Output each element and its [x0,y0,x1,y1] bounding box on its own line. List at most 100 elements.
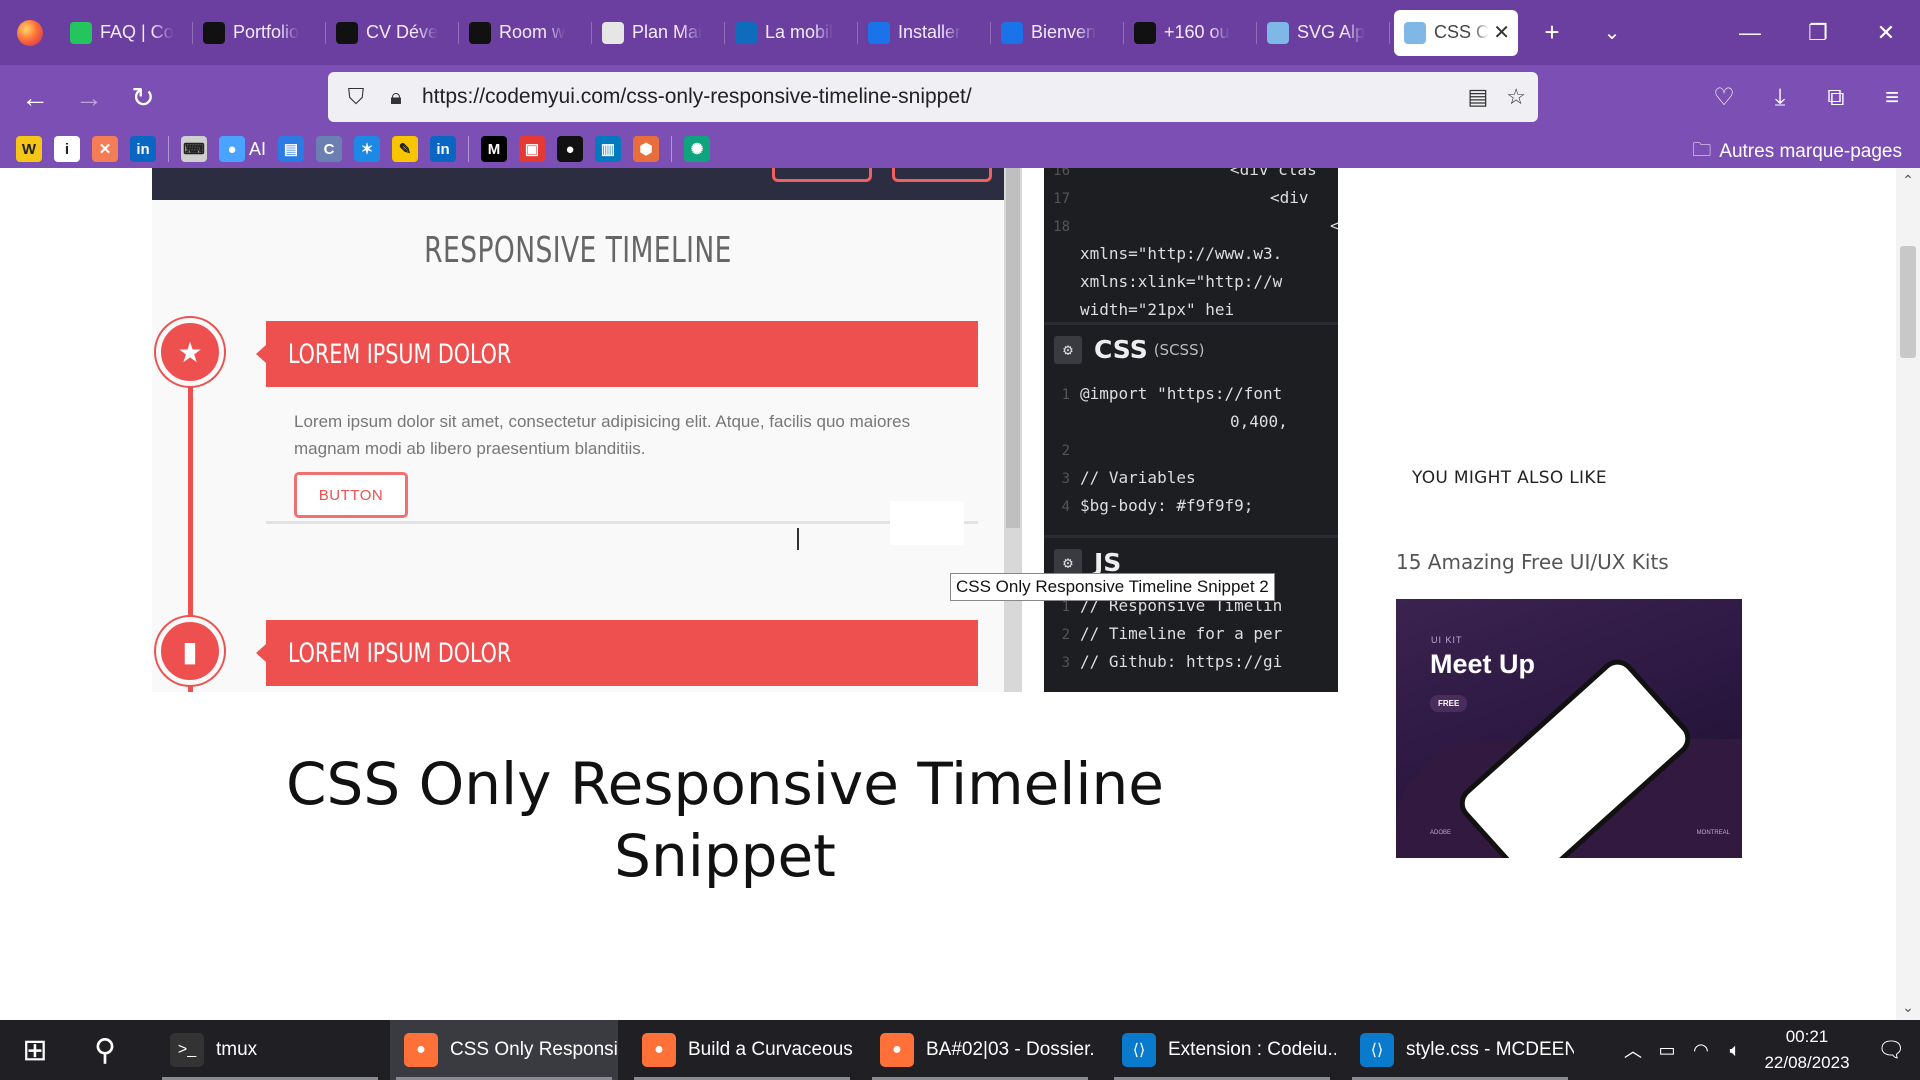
code-line[interactable]: 2 [1044,440,1338,466]
card-foot-left: ADOBE [1430,830,1452,836]
pocket-icon[interactable]: ♡ [1696,71,1752,125]
bookmark-6[interactable]: ● AI [219,136,266,162]
code-line[interactable]: 2 // Timeline for a per [1044,624,1338,650]
code-line[interactable]: 4 $bg-body: #f9f9f9; [1044,496,1338,522]
tab-5[interactable]: Plan Mai [592,10,725,56]
battery-icon[interactable]: ▭ [1650,1040,1684,1061]
chevron-up-icon[interactable]: ︿ [1616,1037,1650,1063]
bookmarks-bar: Wi ✕ in ⌨ ● AI ▤ C ✶ ✎ in M ▣ ● ▥ ⬢ ✺ 🗀︎ Autres marque-pag… [0,130,1920,168]
new-tab-button[interactable]: + [1522,17,1582,48]
downloads-icon[interactable]: ⤓ [1752,71,1808,125]
forward-icon[interactable]: → [62,71,116,125]
bookmark-11[interactable]: in [430,136,457,162]
windows-start-icon[interactable]: ⊞ [0,1020,70,1080]
page-scrollbar[interactable]: ⌃ ⌄ [1896,168,1920,1020]
tab-2[interactable]: Portfolio [193,10,326,56]
extensions-icon[interactable]: ⧉ [1808,71,1864,125]
bookmark-8[interactable]: C [316,136,343,162]
taskbar-app-4[interactable]: ● BA#02|03 - Dossier... [866,1020,1094,1080]
edge-icon [735,21,757,44]
taskbar-app-1[interactable]: >_ tmux [156,1020,384,1080]
navigation-bar: ← → ↻ ⛉ 🔒︎ https://codemyui.com/css-only… [0,65,1920,130]
scroll-up-icon[interactable]: ⌃ [1896,172,1920,189]
bookmark-3[interactable]: ✕ [92,136,118,162]
taskbar-app-2[interactable]: ● CSS Only Responsi... [390,1020,618,1080]
bookmark-16[interactable]: ⬢ [633,136,660,162]
wifi-icon[interactable]: ◠ [1684,1040,1718,1061]
code-line[interactable]: 1 @import "https://font [1044,384,1338,410]
bookmark-14[interactable]: ● [557,136,584,162]
clock[interactable]: 00:21 22/08/2023 [1752,1024,1862,1076]
bookmark-2[interactable]: i [54,136,80,162]
bookmark-7[interactable]: ▤ [278,136,305,162]
bookmark-13[interactable]: ▣ [519,136,546,162]
code-line[interactable]: 16 <div clas [1044,168,1338,186]
scroll-down-icon[interactable]: ⌄ [1896,999,1920,1016]
search-icon[interactable]: ⚲ [70,1020,140,1080]
bookmark-10[interactable]: ✎ [392,136,419,162]
firefox-menu-icon[interactable] [0,0,60,65]
other-bookmarks-folder[interactable]: 🗀︎ Autres marque-pages [1692,136,1902,168]
minimize-icon[interactable]: — [1716,0,1784,65]
line-number: 2 [1061,627,1070,643]
restore-icon[interactable]: ❐ [1784,0,1852,65]
code-line[interactable]: 3 // Github: https://gi [1044,652,1338,678]
related-post-thumbnail[interactable]: UI KIT Meet Up FREE ADOBE MONTREAL [1396,599,1742,858]
code-line[interactable]: 3 // Variables [1044,468,1338,494]
address-bar[interactable]: ⛉ 🔒︎ https://codemyui.com/css-only-respo… [328,72,1538,122]
bookmark-9[interactable]: ✶ [354,136,381,162]
list-all-tabs-icon[interactable]: ⌄ [1582,20,1642,45]
tab-label: Plan Mai [632,22,703,42]
tab-6[interactable]: La mobil [725,10,858,56]
code-line[interactable]: 0,400, [1044,412,1338,438]
tab-8[interactable]: Bienven [991,10,1124,56]
bookmark-5[interactable]: ⌨ [181,136,207,162]
tab-9[interactable]: +160 ou [1124,10,1257,56]
tab-3[interactable]: CV Déve [326,10,459,56]
video-icon [1001,21,1023,44]
vscode-icon: ⟨⟩ [1360,1033,1394,1067]
notifications-icon[interactable]: 🗨︎ [1862,1037,1920,1063]
tab-bar: FAQ | Co Portfolio CV Déve Room w Plan Mai La… [0,0,1920,65]
code-line[interactable]: 18 < [1044,216,1338,242]
tab-10[interactable]: SVG Alp [1257,10,1390,56]
timeline-item-heading: LOREM IPSUM DOLOR [256,620,978,686]
close-tab-icon[interactable]: ✕ [1493,20,1510,45]
ai-icon: ● [219,136,245,162]
bookmark-4[interactable]: in [130,136,156,162]
lock-icon[interactable]: 🔒︎ [376,84,416,110]
bookmark-1[interactable]: W [16,136,42,162]
volume-icon[interactable]: 🔈︎ [1718,1040,1752,1061]
bookmark-17[interactable]: ✺ [684,136,711,162]
preview-header-strip [152,168,1022,200]
tab-label: Bienven [1031,22,1097,42]
bookmark-label: AI [249,138,267,159]
reader-view-icon[interactable]: ▤ [1467,84,1488,110]
menu-icon[interactable]: ≡ [1864,71,1920,125]
gear-icon[interactable]: ⚙ [1054,335,1082,364]
scrollbar-thumb[interactable] [1900,246,1916,358]
taskbar-app-6[interactable]: ⟨⟩ style.css - MCDEEN... [1346,1020,1574,1080]
code-line[interactable]: xmlns:xlink="http://w [1044,272,1338,298]
close-window-icon[interactable]: ✕ [1852,0,1920,65]
tab-7[interactable]: Installer [858,10,991,56]
code-line[interactable]: xmlns="http://www.w3. [1044,244,1338,270]
bookmark-star-icon[interactable]: ☆ [1506,84,1526,110]
tab-11[interactable]: CSS C ✕ [1394,9,1518,56]
code-line[interactable]: 17 <div [1044,188,1338,214]
reload-icon[interactable]: ↻ [116,71,170,125]
url-text[interactable]: https://codemyui.com/css-only-responsive… [422,85,972,109]
taskbar-app-3[interactable]: ● Build a Curvaceous ... [628,1020,856,1080]
tab-4[interactable]: Room w [459,10,592,56]
timeline-button[interactable]: BUTTON [294,472,408,518]
related-post-link[interactable]: 15 Amazing Free UI/UX Kits [1396,550,1669,574]
back-icon[interactable]: ← [8,71,62,125]
bookmark-15[interactable]: ▥ [595,136,622,162]
css-panel-header[interactable]: ⚙ CSS (SCSS) [1044,322,1338,374]
bookmark-separator [468,136,470,162]
shield-icon[interactable]: ⛉ [336,84,376,110]
preview-scrollbar[interactable] [1004,168,1022,692]
bookmark-12[interactable]: M [481,136,508,162]
tab-1[interactable]: FAQ | Co [60,10,193,56]
taskbar-app-5[interactable]: ⟨⟩ Extension : Codeiu... [1108,1020,1336,1080]
